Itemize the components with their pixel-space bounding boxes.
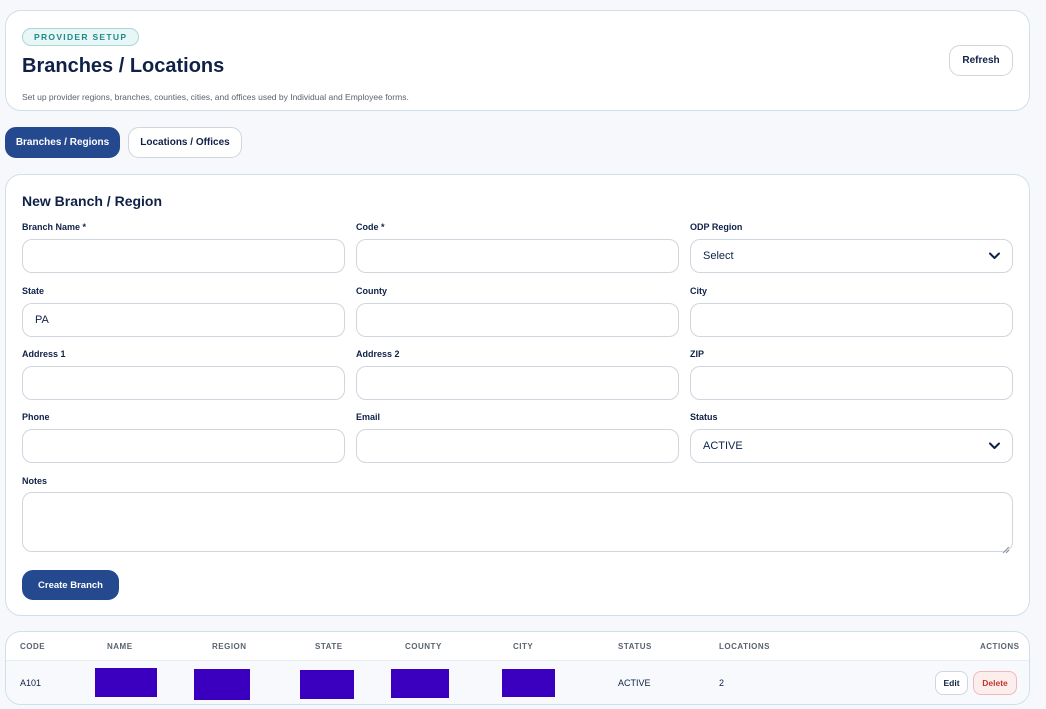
code-label: Code *	[356, 222, 385, 232]
column-header-state: STATE	[315, 642, 343, 651]
form-title: New Branch / Region	[22, 193, 163, 209]
phone-input[interactable]	[22, 429, 345, 463]
phone-label: Phone	[22, 412, 50, 422]
tab-locations-offices[interactable]: Locations / Offices	[128, 127, 242, 158]
email-label: Email	[356, 412, 381, 422]
county-input[interactable]	[356, 303, 679, 337]
column-header-county: COUNTY	[405, 642, 442, 651]
address1-label: Address 1	[22, 349, 66, 359]
page-header-card: PROVIDER SETUP Branches / Locations Set …	[5, 10, 1030, 111]
edit-row-button[interactable]: Edit	[935, 671, 968, 695]
city-label: City	[690, 286, 708, 296]
column-header-code: CODE	[20, 642, 46, 651]
new-branch-form-card: New Branch / Region Branch Name * Code *…	[5, 174, 1030, 616]
code-input[interactable]	[356, 239, 679, 273]
redacted-county-cell	[391, 669, 449, 698]
odp-region-select[interactable]: Select	[690, 239, 1013, 273]
address2-label: Address 2	[356, 349, 400, 359]
chevron-down-icon	[988, 440, 1000, 452]
email-input[interactable]	[356, 429, 679, 463]
section-eyebrow-badge: PROVIDER SETUP	[22, 28, 140, 46]
column-header-locations: LOCATIONS	[719, 642, 771, 651]
branch-name-label: Branch Name *	[22, 222, 87, 232]
tab-branches-regions[interactable]: Branches / Regions	[5, 127, 120, 158]
create-branch-button[interactable]: Create Branch	[22, 570, 119, 600]
address1-input[interactable]	[22, 366, 345, 400]
row-status-cell: ACTIVE	[618, 678, 651, 688]
column-header-actions: ACTIONS	[980, 642, 1020, 651]
row-locations-cell: 2	[719, 678, 725, 688]
county-label: County	[356, 286, 387, 296]
notes-label: Notes	[22, 476, 48, 486]
refresh-button[interactable]: Refresh	[949, 45, 1013, 76]
city-input[interactable]	[690, 303, 1013, 337]
address2-input[interactable]	[356, 366, 679, 400]
zip-label: ZIP	[690, 349, 705, 359]
status-label: Status	[690, 412, 718, 422]
row-code-cell: A101	[20, 678, 42, 688]
redacted-city-cell	[502, 669, 555, 697]
column-header-region: REGION	[212, 642, 247, 651]
page-subtitle: Set up provider regions, branches, count…	[22, 92, 409, 102]
branches-table-card: CODE NAME REGION STATE COUNTY CITY STATU…	[5, 631, 1030, 705]
resize-handle-icon[interactable]	[1002, 541, 1010, 554]
state-label: State	[22, 286, 45, 296]
zip-input[interactable]	[690, 366, 1013, 400]
status-select-value: ACTIVE	[703, 440, 743, 452]
redacted-state-cell	[300, 670, 354, 699]
odp-region-select-value: Select	[703, 250, 734, 262]
state-input[interactable]: PA	[22, 303, 345, 337]
odp-region-label: ODP Region	[690, 222, 743, 232]
column-header-name: NAME	[107, 642, 133, 651]
notes-textarea[interactable]	[22, 492, 1013, 554]
chevron-down-icon	[988, 250, 1000, 262]
branch-name-input[interactable]	[22, 239, 345, 273]
column-header-status: STATUS	[618, 642, 652, 651]
delete-row-button[interactable]: Delete	[973, 671, 1017, 695]
page-title: Branches / Locations	[22, 55, 225, 77]
redacted-name-cell	[95, 668, 157, 697]
redacted-region-cell	[194, 669, 250, 700]
status-select[interactable]: ACTIVE	[690, 429, 1013, 463]
column-header-city: CITY	[513, 642, 534, 651]
